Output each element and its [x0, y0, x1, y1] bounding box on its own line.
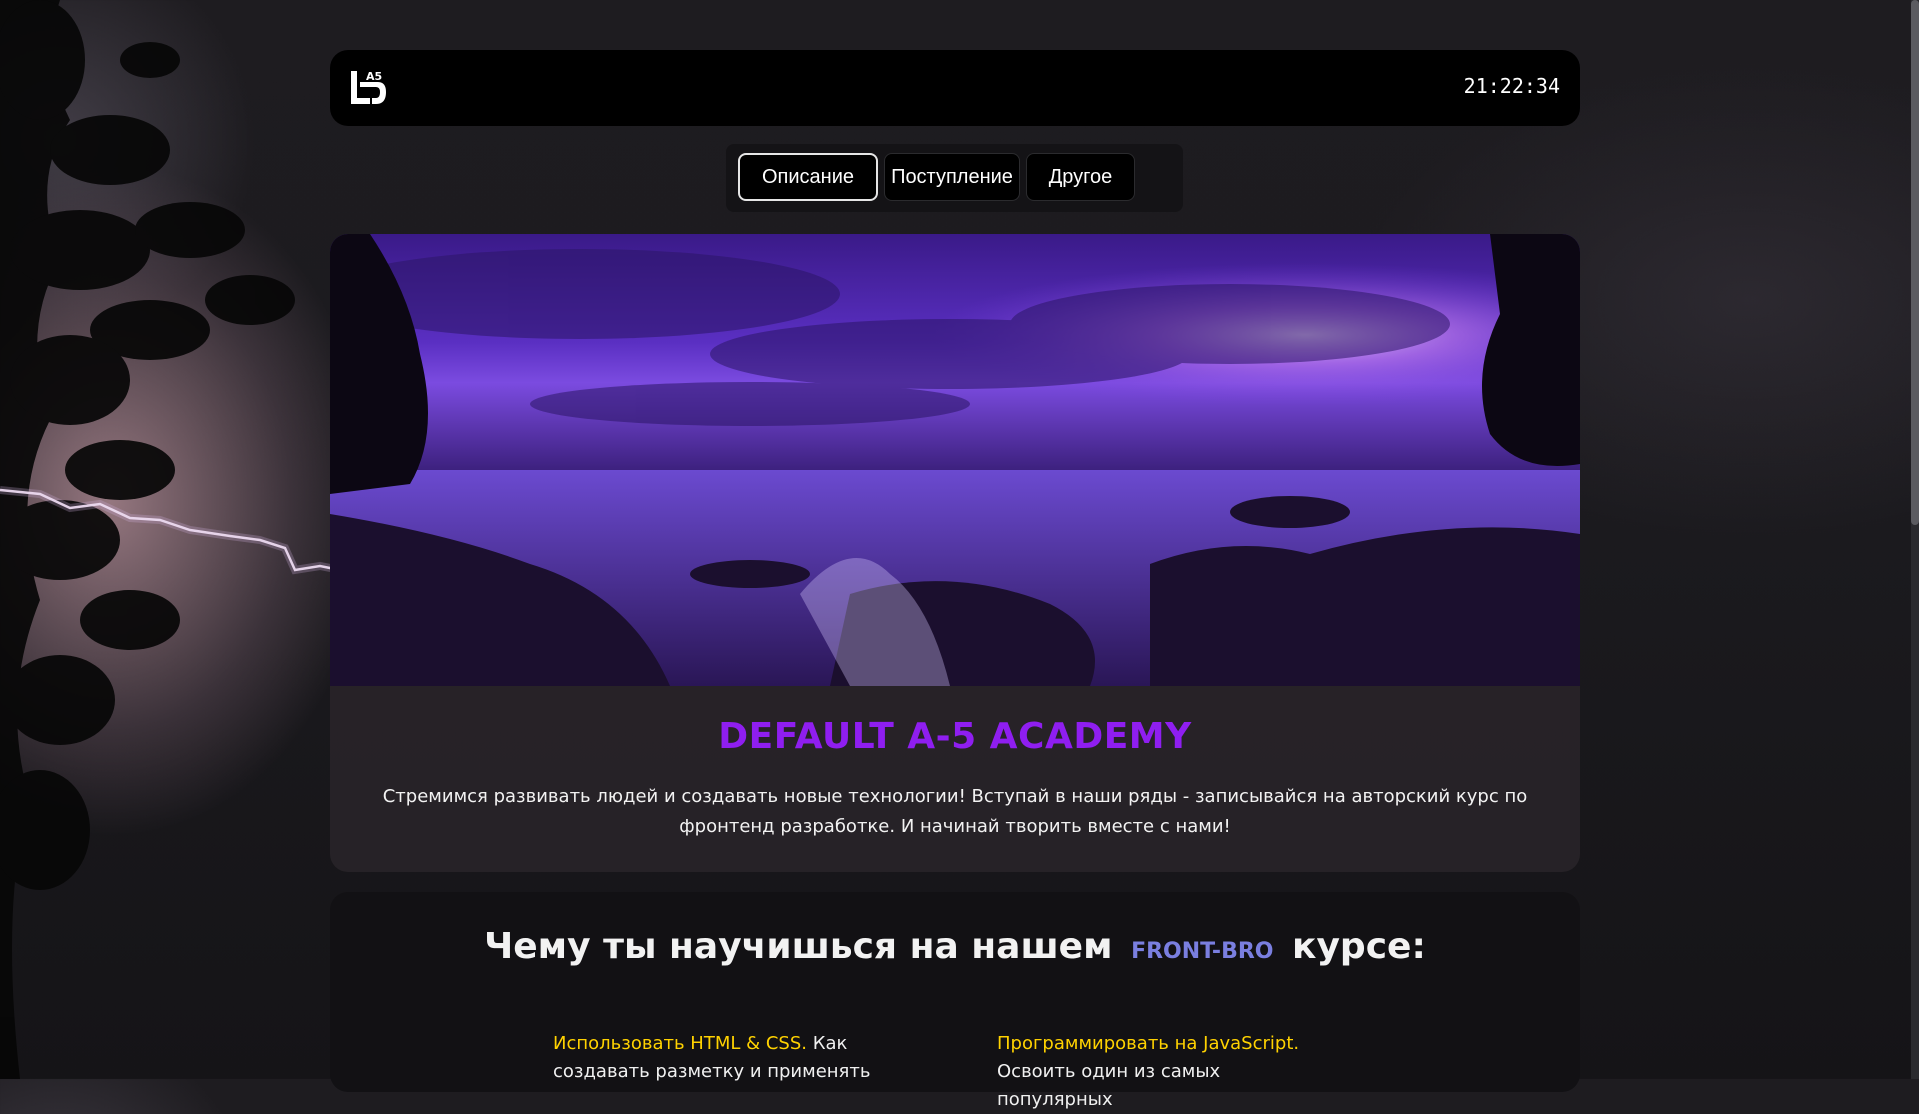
storm-tree-background [0, 0, 340, 1079]
skill-highlight: Использовать HTML & CSS. [553, 1033, 808, 1054]
clock: 21:22:34 [1463, 74, 1560, 98]
learn-title-start: Чему ты научишься на нашем [484, 926, 1113, 967]
skill-text: Освоить один из самых популярных [997, 1061, 1221, 1110]
svg-text:A5: A5 [366, 70, 382, 83]
skill-highlight: Программировать на JavaScript. [997, 1033, 1300, 1054]
learn-section: Чему ты научишься на нашем FRONT-BRO кур… [330, 892, 1580, 1110]
skill-item-javascript: Программировать на JavaScript. Освоить о… [997, 1030, 1327, 1114]
hero-title: DEFAULT A-5 ACADEMY [718, 716, 1192, 757]
course-name: FRONT-BRO [1131, 939, 1274, 964]
a5-academy-logo-icon[interactable]: A5 [348, 68, 388, 108]
learn-title-end: курсе: [1292, 926, 1426, 967]
tab-bar: Описание Поступление Другое [726, 144, 1183, 212]
top-header: A5 21:22:34 [330, 50, 1580, 126]
tab-other[interactable]: Другое [1026, 153, 1135, 201]
skill-item-html-css: Использовать HTML & CSS. Как создавать р… [553, 1030, 883, 1086]
tab-description[interactable]: Описание [738, 153, 878, 201]
scrollbar-thumb[interactable] [1911, 0, 1919, 525]
hero-card: DEFAULT A-5 ACADEMY Стремимся развивать … [330, 234, 1580, 872]
learn-title: Чему ты научишься на нашем FRONT-BRO кур… [330, 926, 1580, 967]
scrollbar[interactable] [1911, 0, 1919, 1079]
tab-admission[interactable]: Поступление [884, 153, 1020, 201]
hero-image [330, 234, 1580, 686]
hero-description: Стремимся развивать людей и создавать но… [382, 786, 1528, 837]
